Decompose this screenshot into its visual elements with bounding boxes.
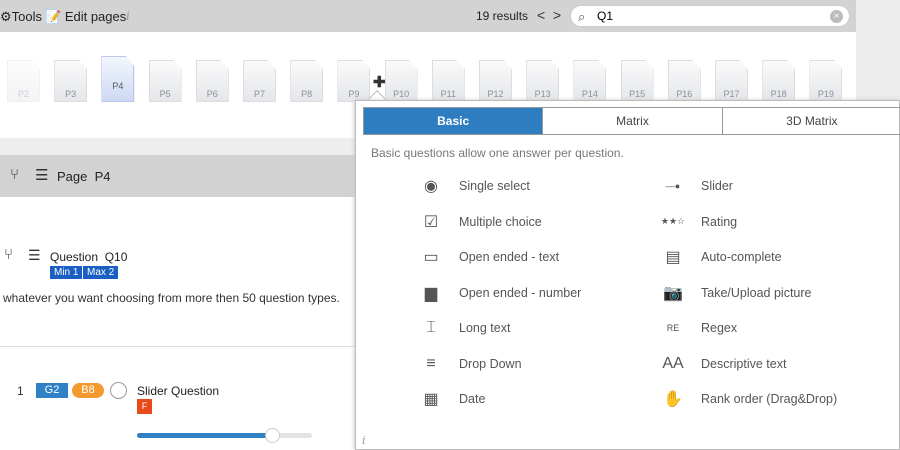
question-type-label: Descriptive text <box>701 356 787 371</box>
group-badge: G2 <box>36 383 68 398</box>
stars-icon: ★★☆ <box>660 216 686 226</box>
info-icon[interactable]: i <box>362 434 366 447</box>
question-type-date[interactable]: ▦ Date <box>419 389 485 409</box>
page-thumb-p7[interactable]: P7 <box>243 60 276 102</box>
tools-label: Tools <box>11 9 43 24</box>
page-thumb-p2[interactable]: P2 <box>7 60 40 102</box>
question-type-popup: Basic Matrix 3D Matrix Basic questions all… <box>355 100 900 450</box>
page-thumb-p6[interactable]: P6 <box>195 60 229 102</box>
hand-icon: ✋ <box>663 391 683 408</box>
branch-icon[interactable]: ⑂ <box>10 166 19 183</box>
slider-thumb[interactable] <box>264 428 280 443</box>
info-icon[interactable]: i <box>126 9 130 23</box>
page-thumb-p5[interactable]: P5 <box>148 60 182 102</box>
tab-3d-matrix[interactable]: 3D Matrix <box>723 108 900 134</box>
question-type-slider[interactable]: —● Slider <box>661 176 733 196</box>
question-type-label: Long text <box>459 321 511 335</box>
next-result-button[interactable]: > <box>553 7 561 23</box>
popup-tabs: Basic Matrix 3D Matrix <box>363 107 900 135</box>
page-thumb-p13[interactable]: P13 <box>526 60 560 102</box>
page-thumb-p3[interactable]: P3 <box>54 60 88 102</box>
page-thumb-p19[interactable]: P19 <box>809 60 843 102</box>
page-thumb-p18[interactable]: P18 <box>762 60 796 102</box>
dropdown-icon: ≡ <box>426 354 436 372</box>
question-type-label: Open ended - number <box>459 285 582 300</box>
block-badge: B8 <box>72 383 104 398</box>
question-type-label: Auto-complete <box>701 250 782 264</box>
question-type-label: Date <box>459 392 486 406</box>
radio-button[interactable] <box>110 382 127 399</box>
page-thumb-p12[interactable]: P12 <box>479 60 512 102</box>
question-type-auto-complete[interactable]: ▤ Auto-complete <box>661 247 782 267</box>
question-type-rating[interactable]: ★★☆ Rating <box>661 212 737 232</box>
question-type-multiple-choice[interactable]: ☑ Multiple choice <box>419 212 542 232</box>
question-type-label: Single select <box>459 179 530 193</box>
question-type-open-ended-text[interactable]: ▭ Open ended - text <box>419 247 559 267</box>
page-thumb-p4[interactable]: P4 <box>101 56 135 102</box>
page-thumb-p11[interactable]: P11 <box>431 60 465 102</box>
slider-icon: —● <box>665 181 681 191</box>
question-type-label: Drop Down <box>459 356 522 371</box>
item-number: 1 <box>17 384 24 398</box>
page-thumb-p17[interactable]: P17 <box>715 60 748 102</box>
menu-icon[interactable]: ☰ <box>28 247 41 264</box>
divider <box>0 346 355 347</box>
search-icon: ⌕ <box>578 9 586 24</box>
text-input-icon: ▭ <box>423 249 439 266</box>
number-input-icon: ▆ <box>424 284 438 302</box>
regex-icon: RE <box>666 323 680 333</box>
tools-button[interactable]: ⚙Tools <box>0 9 42 25</box>
clear-search-icon[interactable]: × <box>830 10 843 23</box>
menu-icon[interactable]: ☰ <box>35 166 48 184</box>
edit-page-icon: 📝 <box>45 9 62 24</box>
max-badge: Max 2 <box>83 266 119 279</box>
question-type-drop-down[interactable]: ≡ Drop Down <box>419 354 522 374</box>
question-type-rank-order-drag-drop-[interactable]: ✋ Rank order (Drag&Drop) <box>661 389 837 409</box>
camera-icon: 📷 <box>663 284 683 302</box>
question-type-label: Rating <box>701 214 738 229</box>
slider-fill <box>137 433 272 438</box>
page-thumb-p9[interactable]: P9 <box>337 60 371 102</box>
question-title: Slider Question <box>137 384 220 398</box>
question-type-single-select[interactable]: ◉ Single select <box>419 176 530 196</box>
search-results-count: 19 results <box>476 9 529 23</box>
popup-description: Basic questions allow one answer per que… <box>371 146 624 160</box>
page-thumb-p16[interactable]: P16 <box>667 60 701 102</box>
page-thumb-p14[interactable]: P14 <box>573 60 607 102</box>
radio-icon: ◉ <box>424 178 438 195</box>
min-badge: Min 1 <box>50 266 83 279</box>
question-type-label: Multiple choice <box>459 214 542 229</box>
edit-pages-label: Edit pages <box>64 9 127 24</box>
page-thumb-p10[interactable]: P10 <box>384 60 418 102</box>
question-type-label: Open ended - text <box>459 250 560 264</box>
question-type-label: Regex <box>701 321 738 335</box>
calendar-icon: ▦ <box>423 391 439 408</box>
flag-badge: F <box>137 399 152 414</box>
search-input[interactable] <box>597 9 827 23</box>
search-box: ⌕ × <box>570 5 850 27</box>
page-label: Page P4 <box>57 169 111 184</box>
branch-icon[interactable]: ⑂ <box>4 246 13 263</box>
question-type-label: Take/Upload picture <box>701 285 812 300</box>
tab-basic[interactable]: Basic <box>364 108 544 134</box>
page-thumb-p8[interactable]: P8 <box>290 60 324 102</box>
question-type-label: Slider <box>701 179 733 193</box>
page-thumb-p15[interactable]: P15 <box>620 60 654 102</box>
checkbox-icon: ☑ <box>423 213 439 231</box>
font-icon: AA <box>662 354 684 372</box>
question-type-take-upload-picture[interactable]: 📷 Take/Upload picture <box>661 283 811 303</box>
question-description: whatever you want choosing from more the… <box>3 291 340 305</box>
question-type-regex[interactable]: RE Regex <box>661 318 737 338</box>
question-type-long-text[interactable]: ⌶ Long text <box>419 318 510 338</box>
question-type-descriptive-text[interactable]: AA Descriptive text <box>661 354 786 374</box>
textarea-icon: ⌶ <box>426 319 436 336</box>
add-question-plus-icon[interactable]: ✚ <box>373 73 386 91</box>
autocomplete-icon: ▤ <box>665 249 681 266</box>
tab-matrix[interactable]: Matrix <box>543 108 723 134</box>
prev-result-button[interactable]: < <box>537 7 545 23</box>
question-title: Question Q10 <box>50 250 128 264</box>
question-type-open-ended-number[interactable]: ▆ Open ended - number <box>419 283 581 303</box>
question-type-label: Rank order (Drag&Drop) <box>701 392 838 406</box>
edit-pages-button[interactable]: 📝 Edit pages <box>45 9 126 25</box>
